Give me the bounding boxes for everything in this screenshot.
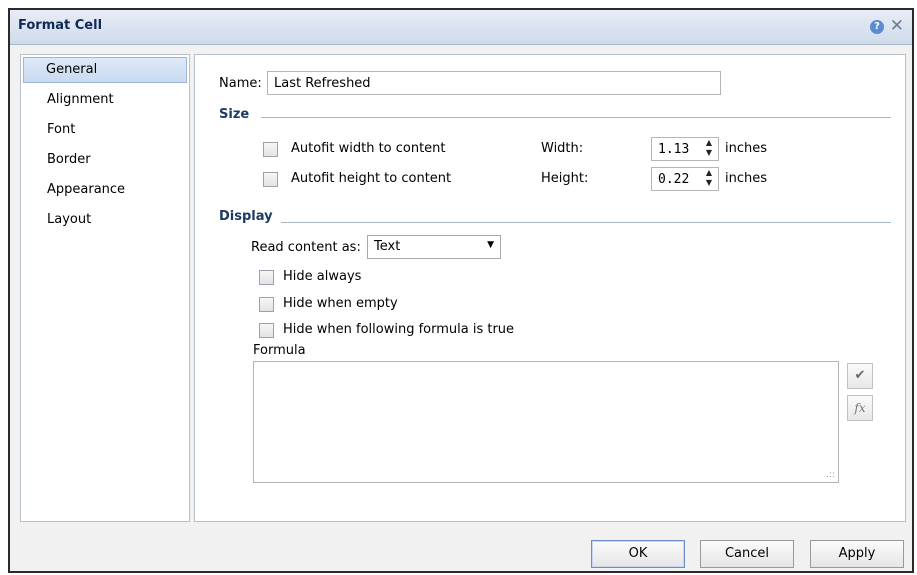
width-stepper[interactable]: 1.13 ▲ ▼ (651, 137, 719, 161)
format-cell-dialog: Format Cell ? ✕ General Alignment Font B… (8, 8, 914, 573)
sidebar-item-label: Font (47, 122, 76, 137)
sidebar-item-label: Appearance (47, 182, 126, 197)
checkmark-icon[interactable]: ✔ (847, 363, 873, 389)
chevron-down-icon: ▼ (487, 240, 494, 250)
ok-button[interactable]: OK (591, 540, 685, 568)
apply-button[interactable]: Apply (810, 540, 904, 568)
display-section-title: Display (219, 209, 273, 224)
autofit-width-checkbox[interactable] (263, 142, 278, 157)
help-icon[interactable]: ? (870, 20, 884, 34)
formula-label: Formula (253, 343, 306, 358)
sidebar-item-general[interactable]: General (23, 57, 187, 83)
hide-always-checkbox[interactable] (259, 270, 274, 285)
formula-textarea[interactable]: .:: (253, 361, 839, 483)
general-panel: Name: Last Refreshed Size Autofit width … (194, 54, 906, 522)
width-label: Width: (541, 141, 584, 156)
read-content-value: Text (374, 239, 401, 254)
sidebar-item-label: Alignment (47, 92, 114, 107)
read-content-label: Read content as: (251, 240, 361, 255)
hide-always-label: Hide always (283, 269, 362, 284)
size-divider (261, 117, 891, 118)
hide-formula-checkbox[interactable] (259, 323, 274, 338)
cancel-button[interactable]: Cancel (700, 540, 794, 568)
dialog-title: Format Cell (18, 18, 103, 33)
name-label: Name: (219, 76, 262, 91)
title-bar[interactable]: Format Cell ? ✕ (10, 10, 912, 45)
sidebar-item-appearance[interactable]: Appearance (21, 175, 189, 205)
stepper-arrows-icon[interactable]: ▲ ▼ (702, 138, 716, 160)
height-value: 0.22 (658, 172, 690, 187)
sidebar-item-label: Border (47, 152, 91, 167)
height-label: Height: (541, 171, 589, 186)
width-value: 1.13 (658, 142, 690, 157)
hide-formula-label: Hide when following formula is true (283, 322, 515, 337)
sidebar-item-layout[interactable]: Layout (21, 205, 189, 235)
autofit-width-label: Autofit width to content (291, 141, 446, 156)
sidebar-item-label: General (46, 62, 98, 77)
size-section-title: Size (219, 107, 250, 122)
stepper-arrows-icon[interactable]: ▲ ▼ (702, 168, 716, 190)
display-divider (281, 222, 891, 223)
sidebar-item-font[interactable]: Font (21, 115, 189, 145)
read-content-select[interactable]: Text ▼ (367, 235, 501, 259)
hide-empty-label: Hide when empty (283, 296, 398, 311)
width-unit: inches (725, 141, 768, 156)
resize-grip-icon[interactable]: .:: (826, 470, 835, 480)
autofit-height-checkbox[interactable] (263, 172, 278, 187)
height-unit: inches (725, 171, 768, 186)
sidebar-item-border[interactable]: Border (21, 145, 189, 175)
autofit-height-label: Autofit height to content (291, 171, 452, 186)
name-input[interactable]: Last Refreshed (267, 71, 721, 95)
fx-icon[interactable]: fx (847, 395, 873, 421)
sidebar-item-label: Layout (47, 212, 92, 227)
height-stepper[interactable]: 0.22 ▲ ▼ (651, 167, 719, 191)
hide-empty-checkbox[interactable] (259, 297, 274, 312)
sidebar: General Alignment Font Border Appearance… (20, 54, 190, 522)
sidebar-item-alignment[interactable]: Alignment (21, 85, 189, 115)
close-icon[interactable]: ✕ (890, 16, 904, 36)
